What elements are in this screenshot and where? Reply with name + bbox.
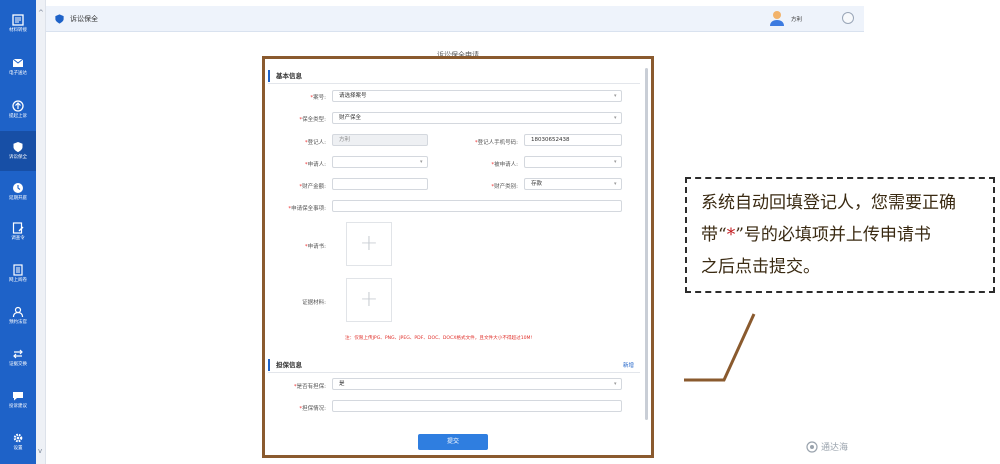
preserve-type-select[interactable]: 财产保全 <box>332 112 622 124</box>
chevron-down-icon: ▾ <box>614 115 617 121</box>
gear-icon <box>13 433 23 443</box>
document-transfer-icon <box>12 14 24 26</box>
property-type-label: *财产类别: <box>491 184 518 190</box>
callout-line-3: 之后点击提交。 <box>701 257 820 277</box>
chevron-down-icon: ▾ <box>614 181 617 187</box>
sidebar-item-material-transfer[interactable]: 材料转接 <box>0 4 36 44</box>
sidebar-item-settings[interactable]: 设置 <box>0 422 36 462</box>
clock-icon <box>13 183 23 194</box>
applicant-label: *申请人: <box>304 162 326 168</box>
divider <box>268 83 640 84</box>
evidence-label: 证据材料: <box>302 300 326 306</box>
registrant-label: *登记人: <box>304 140 326 146</box>
sidebar-item-label: 网上阅卷 <box>9 278 27 284</box>
sidebar-item-label: 预约法官 <box>9 320 27 326</box>
registrant-phone-field[interactable]: 18030652438 <box>524 134 622 146</box>
property-amount-field[interactable] <box>332 178 428 190</box>
chevron-up-icon[interactable]: ^ <box>38 10 44 17</box>
sidebar-item-online-file-review[interactable]: 网上阅卷 <box>0 254 36 294</box>
sidebar-item-electronic-delivery[interactable]: 电子送达 <box>0 47 36 87</box>
instruction-callout: 系统自动回填登记人，您需要正确 带“*”号的必填项并上传申请书 之后点击提交。 <box>685 177 995 293</box>
respondent-select[interactable] <box>524 156 622 168</box>
preservation-matters-label: *申请保全事项: <box>288 206 326 212</box>
has-guarantee-select[interactable]: 是 <box>332 378 622 390</box>
file-icon <box>13 264 23 276</box>
sidebar-item-appeal[interactable]: 提起上诉 <box>0 90 36 130</box>
registrant-phone-label: *登记人手机号码: <box>474 140 518 146</box>
user-name[interactable]: 方利 <box>791 15 802 23</box>
section-basic-info: 基本信息 <box>268 70 638 82</box>
sidebar-item-complaint-suggestion[interactable]: 投诉建议 <box>0 380 36 420</box>
sidebar-item-evidence-exchange[interactable]: 证据交换 <box>0 338 36 378</box>
shield-icon <box>13 142 23 153</box>
brand-watermark: 通达海 <box>821 443 849 453</box>
application-label: *申请书: <box>304 244 326 250</box>
upload-icon <box>12 100 24 112</box>
person-icon <box>12 307 24 318</box>
chevron-down-icon: ▾ <box>614 93 617 99</box>
brand-logo-icon <box>806 441 818 453</box>
sidebar-item-label: 投诉建议 <box>9 404 27 410</box>
case-no-label: *案号: <box>310 95 326 101</box>
breadcrumb: 诉讼保全 <box>70 15 98 23</box>
property-amount-label: *财产金额: <box>299 184 326 190</box>
submit-button[interactable]: 提交 <box>418 434 488 450</box>
sidebar-item-label: 诉讼保全 <box>9 155 27 161</box>
sidebar-item-label: 设置 <box>13 446 23 452</box>
respondent-label: *被申请人: <box>491 162 518 168</box>
callout-line-2: 带“*”号的必填项并上传申请书 <box>701 225 931 245</box>
logout-icon[interactable] <box>842 12 854 24</box>
sidebar-item-label: 证据交换 <box>9 362 27 368</box>
section-guarantee-info: 担保信息 <box>268 359 638 371</box>
plus-icon: + <box>359 231 379 256</box>
preservation-matters-field[interactable] <box>332 200 622 212</box>
evidence-upload[interactable]: + <box>346 278 392 322</box>
sidebar-item-postpone-hearing[interactable]: 延期开庭 <box>0 172 36 212</box>
guarantee-detail-field[interactable] <box>332 400 622 412</box>
sidebar-item-litigation-preservation[interactable]: 诉讼保全 <box>0 131 36 171</box>
chevron-down-icon: ▾ <box>614 381 617 387</box>
sidebar-item-label: 调查令 <box>11 236 25 242</box>
preserve-type-label: *保全类型: <box>299 117 326 123</box>
guarantee-detail-label: *担保情况: <box>299 406 326 412</box>
case-no-select[interactable]: 请选择案号 <box>332 90 622 102</box>
divider <box>268 372 640 373</box>
sidebar-item-book-judge[interactable]: 预约法官 <box>0 296 36 336</box>
shield-icon <box>55 14 64 24</box>
chevron-down-icon: ▾ <box>420 159 423 165</box>
registrant-field: 方利 <box>332 134 428 146</box>
plus-icon: + <box>359 287 379 312</box>
upload-note: 注：仅限上传JPG、PNG、JPEG、PDF、DOC、DOCX格式文件，且文件大… <box>345 336 533 341</box>
sidebar-item-label: 提起上诉 <box>9 114 27 120</box>
edit-form-icon <box>12 222 24 234</box>
sidebar-item-label: 电子送达 <box>9 71 27 77</box>
chevron-down-icon: ▾ <box>614 159 617 165</box>
chat-icon <box>13 392 23 401</box>
sidebar-item-investigation-order[interactable]: 调查令 <box>0 212 36 252</box>
avatar[interactable] <box>770 10 784 26</box>
has-guarantee-label: *是否有担保: <box>293 384 326 390</box>
add-guarantee-link[interactable]: 新增 <box>623 361 634 369</box>
application-upload[interactable]: + <box>346 222 392 266</box>
property-type-select[interactable]: 存款 <box>524 178 622 190</box>
exchange-icon <box>13 349 23 359</box>
mail-icon <box>12 58 24 68</box>
applicant-select[interactable] <box>332 156 428 168</box>
chevron-down-icon[interactable]: v <box>38 448 42 455</box>
callout-pointer <box>684 313 756 382</box>
sidebar-scrollbar[interactable]: ^ v <box>36 0 46 464</box>
top-header: 诉讼保全 方利 <box>46 6 864 32</box>
sidebar-item-label: 延期开庭 <box>9 196 27 202</box>
left-sidebar: 材料转接 电子送达 提起上诉 诉讼保全 延期开庭 调查令 网上阅卷 预约法官 证… <box>0 0 36 464</box>
sidebar-item-label: 材料转接 <box>9 28 27 34</box>
callout-line-1: 系统自动回填登记人，您需要正确 <box>701 193 956 213</box>
